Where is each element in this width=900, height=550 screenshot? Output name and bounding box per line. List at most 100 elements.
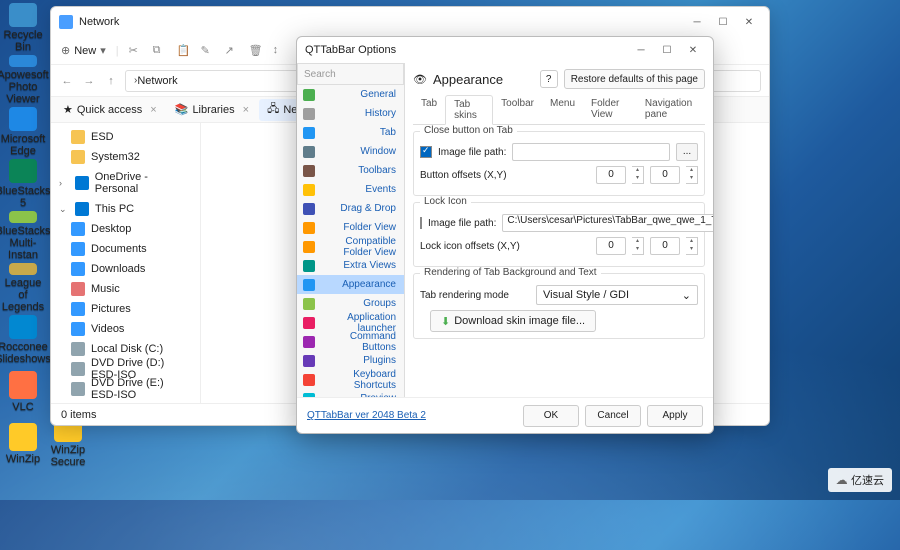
subtab-folder-view[interactable]: Folder View	[583, 95, 637, 124]
desktop-icon-vlc[interactable]: VLC	[3, 367, 43, 417]
category-events[interactable]: Events	[297, 180, 404, 199]
desktop-icon-winzip[interactable]: WinZip	[3, 419, 43, 469]
category-tab[interactable]: Tab	[297, 123, 404, 142]
maximize-button[interactable]: ☐	[717, 16, 729, 28]
options-title: QTTabBar Options	[305, 44, 396, 56]
explorer-titlebar[interactable]: Network ─ ☐ ✕	[51, 7, 769, 37]
subtab-navigation-pane[interactable]: Navigation pane	[637, 95, 705, 124]
options-titlebar[interactable]: QTTabBar Options ─ ☐ ✕	[297, 37, 713, 63]
lock-icon-section: Lock Icon Image file path: C:\Users\cesa…	[413, 202, 705, 267]
desktop-icon-slideshow[interactable]: Rocconee Slideshows	[3, 315, 43, 365]
category-toolbars[interactable]: Toolbars	[297, 161, 404, 180]
ok-button[interactable]: OK	[523, 405, 579, 427]
close-button[interactable]: ✕	[743, 16, 755, 28]
sidebar-videos[interactable]: Videos	[51, 319, 200, 339]
apply-button[interactable]: Apply	[647, 405, 703, 427]
desktop-icon-bluestacks-multi[interactable]: BlueStacks Multi-Instan	[3, 211, 43, 261]
page-title: Appearance	[433, 72, 534, 87]
sort-icon[interactable]: ↕	[273, 44, 287, 58]
desktop-icon-recyclebin[interactable]: Recycle Bin	[3, 3, 43, 53]
category-folder-view[interactable]: Folder View	[297, 218, 404, 237]
version-link[interactable]: QTTabBar ver 2048 Beta 2	[307, 410, 517, 421]
restore-defaults-button[interactable]: Restore defaults of this page	[564, 69, 705, 89]
back-button[interactable]: ←	[59, 75, 75, 87]
category-appearance[interactable]: Appearance	[297, 275, 404, 294]
delete-icon[interactable]: 🗑	[249, 44, 263, 58]
category-groups[interactable]: Groups	[297, 294, 404, 313]
subtab-tab[interactable]: Tab	[413, 95, 445, 124]
desktop-icon-lol[interactable]: League of Legends	[3, 263, 43, 313]
opt-maximize-button[interactable]: ☐	[661, 44, 673, 56]
category-history[interactable]: History	[297, 104, 404, 123]
category-general[interactable]: General	[297, 85, 404, 104]
lock-imgpath-input[interactable]: C:\Users\cesar\Pictures\TabBar_qwe_qwe_1…	[502, 214, 713, 232]
category-extra-views[interactable]: Extra Views	[297, 256, 404, 275]
close-imgpath-checkbox[interactable]	[420, 146, 432, 158]
cancel-button[interactable]: Cancel	[585, 405, 641, 427]
category-application-launcher[interactable]: Application launcher	[297, 313, 404, 332]
opt-close-button[interactable]: ✕	[687, 44, 699, 56]
spinner[interactable]: ▴▾	[686, 166, 698, 184]
subtab-menu[interactable]: Menu	[542, 95, 583, 124]
subtab-toolbar[interactable]: Toolbar	[493, 95, 542, 124]
share-icon[interactable]: ↗	[225, 44, 239, 58]
lock-imgpath-checkbox[interactable]	[420, 217, 422, 229]
sidebar-desktop[interactable]: Desktop	[51, 219, 200, 239]
sidebar-pictures[interactable]: Pictures	[51, 299, 200, 319]
paste-icon[interactable]: 📋	[177, 44, 191, 58]
sidebar-onedrive[interactable]: ›OneDrive - Personal	[51, 173, 200, 193]
sidebar-localdisk[interactable]: Local Disk (C:)	[51, 339, 200, 359]
lock-offset-x[interactable]: 0	[596, 237, 626, 255]
desktop-icon-photoviewer[interactable]: Apowesoft Photo Viewer	[3, 55, 43, 105]
sidebar-documents[interactable]: Documents	[51, 239, 200, 259]
desktop-icons: Recycle Bin Apowesoft Photo Viewer Micro…	[3, 3, 43, 469]
sidebar-dvd-e[interactable]: DVD Drive (E:) ESD-ISO	[51, 379, 200, 399]
sidebar-music[interactable]: Music	[51, 279, 200, 299]
render-mode-select[interactable]: Visual Style / GDI⌄	[536, 285, 698, 305]
category-keyboard-shortcuts[interactable]: Keyboard Shortcuts	[297, 370, 404, 389]
close-browse-button[interactable]: ...	[676, 143, 698, 161]
spinner[interactable]: ▴▾	[632, 166, 644, 184]
new-button[interactable]: ⊕ New ▾	[61, 44, 106, 57]
subtab-tab-skins[interactable]: Tab skins	[445, 95, 493, 125]
up-button[interactable]: ↑	[103, 75, 119, 87]
network-icon	[59, 15, 73, 29]
copy-icon[interactable]: ⧉	[153, 44, 167, 58]
category-compatible-folder-view[interactable]: Compatible Folder View	[297, 237, 404, 256]
category-window[interactable]: Window	[297, 142, 404, 161]
sidebar-esd[interactable]: ESD	[51, 127, 200, 147]
watermark: ☁ 亿速云	[828, 468, 892, 492]
minimize-button[interactable]: ─	[691, 16, 703, 28]
opt-minimize-button[interactable]: ─	[635, 44, 647, 56]
tab-libraries[interactable]: 📚 Libraries×	[167, 99, 257, 121]
desktop-icon-edge[interactable]: Microsoft Edge	[3, 107, 43, 157]
cut-icon[interactable]: ✂	[129, 44, 143, 58]
sidebar-system32[interactable]: System32	[51, 147, 200, 167]
sidebar-thispc[interactable]: ⌄This PC	[51, 199, 200, 219]
eye-icon: 👁	[413, 73, 427, 86]
search-input[interactable]: Search	[297, 63, 404, 85]
sidebar-dvd-d[interactable]: DVD Drive (D:) ESD-ISO	[51, 359, 200, 379]
render-section: Rendering of Tab Background and Text Tab…	[413, 273, 705, 339]
category-command-buttons[interactable]: Command Buttons	[297, 332, 404, 351]
download-skin-button[interactable]: ⬇Download skin image file...	[430, 310, 596, 332]
close-offset-x[interactable]: 0	[596, 166, 626, 184]
help-button[interactable]: ?	[540, 70, 558, 88]
rename-icon[interactable]: ✎	[201, 44, 215, 58]
close-button-section: Close button on Tab Image file path: ...…	[413, 131, 705, 196]
subtabs: TabTab skinsToolbarMenuFolder ViewNaviga…	[413, 95, 705, 125]
options-footer: QTTabBar ver 2048 Beta 2 OK Cancel Apply	[297, 397, 713, 433]
desktop-icon-bluestacks[interactable]: BlueStacks 5	[3, 159, 43, 209]
close-imgpath-input[interactable]	[512, 143, 670, 161]
explorer-sidebar: ESD System32 ›OneDrive - Personal ⌄This …	[51, 123, 201, 403]
forward-button[interactable]: →	[81, 75, 97, 87]
category-drag-drop[interactable]: Drag & Drop	[297, 199, 404, 218]
close-offset-y[interactable]: 0	[650, 166, 680, 184]
spinner[interactable]: ▴▾	[632, 237, 644, 255]
lock-offset-y[interactable]: 0	[650, 237, 680, 255]
sidebar-downloads[interactable]: Downloads	[51, 259, 200, 279]
spinner[interactable]: ▴▾	[686, 237, 698, 255]
category-plugins[interactable]: Plugins	[297, 351, 404, 370]
options-dialog: QTTabBar Options ─ ☐ ✕ Search GeneralHis…	[296, 36, 714, 434]
tab-quick-access[interactable]: ★ Quick access×	[55, 99, 165, 121]
